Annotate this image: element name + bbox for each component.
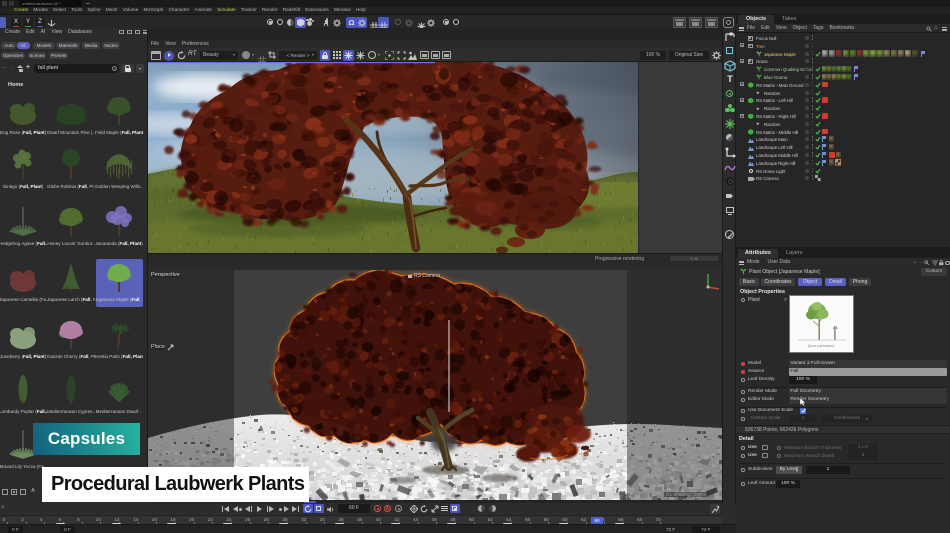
- svg-text:(Acer palmatum): (Acer palmatum): [808, 344, 835, 348]
